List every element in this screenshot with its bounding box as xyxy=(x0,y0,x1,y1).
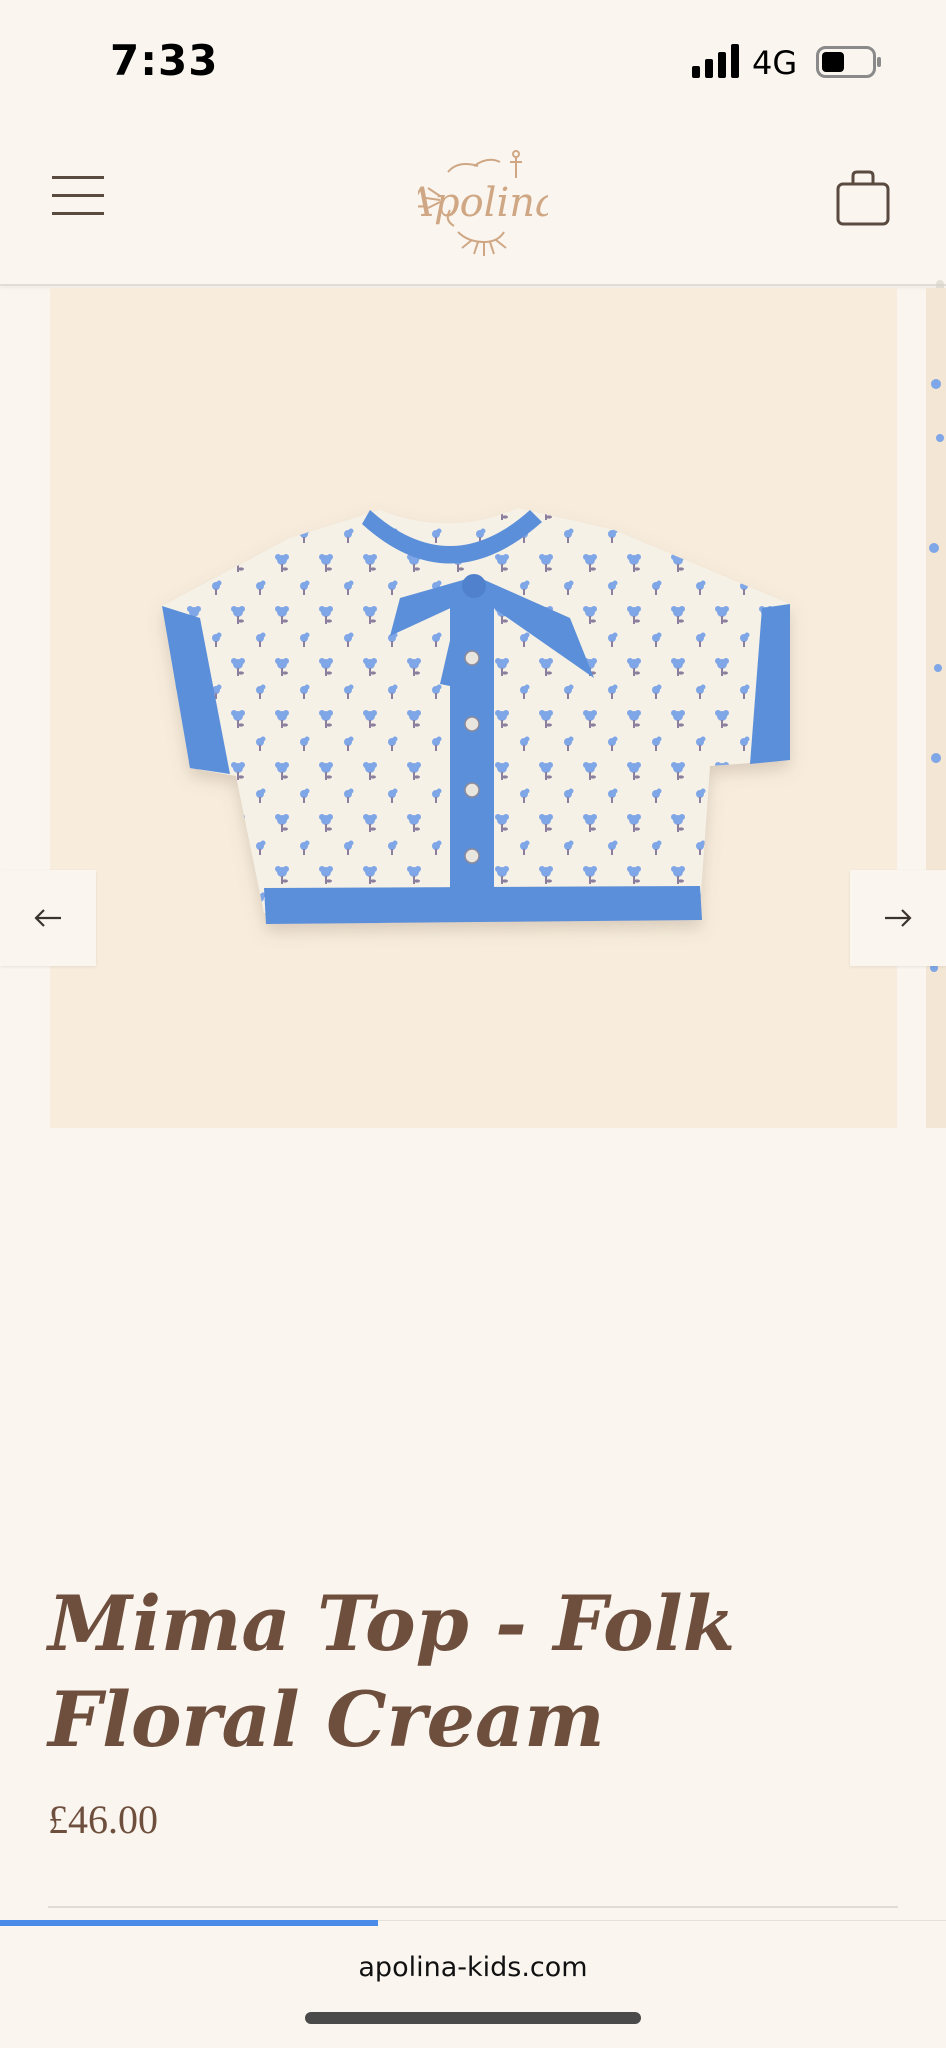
previous-image-button[interactable] xyxy=(0,870,96,966)
next-image-button[interactable] xyxy=(850,870,946,966)
divider xyxy=(48,1906,898,1908)
product-image[interactable] xyxy=(50,288,897,1128)
browser-bottom-bar xyxy=(0,1920,946,2048)
status-bar: 7:33 4G xyxy=(0,0,946,120)
product-title: Mima Top - Folk Floral Cream xyxy=(48,1579,736,1764)
product-page: 7:33 4G polin Mima Top - Folk Floral Cre… xyxy=(0,0,946,2048)
arrow-right-icon xyxy=(885,909,912,927)
signal-bars-icon xyxy=(692,44,739,78)
next-image-peek xyxy=(926,288,946,1128)
address-bar-url[interactable]: apolina-kids.com xyxy=(0,1952,946,1983)
apolina-logo[interactable]: Apolina xyxy=(418,142,548,260)
site-header: Apolina xyxy=(0,120,946,460)
page-load-progress xyxy=(0,1920,379,1926)
network-label: 4G xyxy=(752,44,798,82)
product-price: £46.00 xyxy=(48,1797,158,1842)
battery-icon xyxy=(816,46,881,78)
svg-text:Apolina: Apolina xyxy=(418,180,548,226)
status-time: 7:33 xyxy=(110,36,219,85)
hamburger-menu-icon[interactable] xyxy=(52,174,112,218)
home-indicator[interactable] xyxy=(305,2012,641,2024)
arrow-left-icon xyxy=(34,909,61,927)
shopping-bag-icon[interactable] xyxy=(836,170,890,226)
product-photo-mima-top xyxy=(162,508,790,924)
